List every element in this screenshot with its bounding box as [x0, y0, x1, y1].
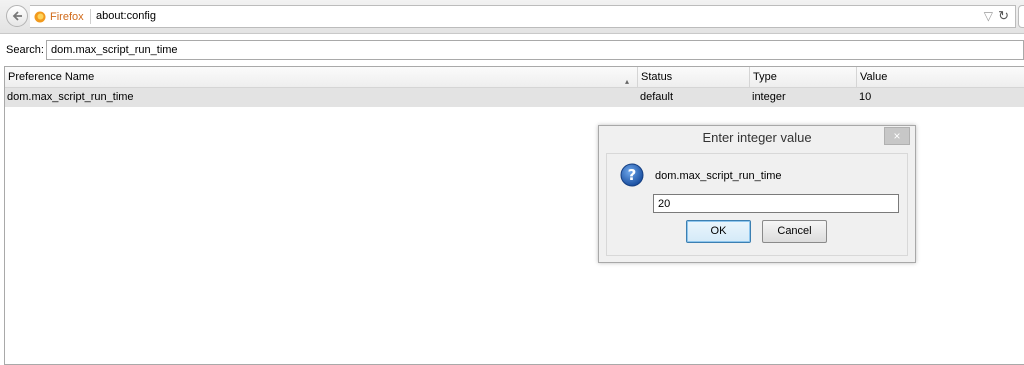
cancel-button[interactable]: Cancel: [762, 220, 827, 243]
site-identity[interactable]: Firefox: [34, 9, 91, 24]
table-row[interactable]: dom.max_script_run_time default integer …: [5, 88, 1024, 107]
back-arrow-icon: [12, 11, 22, 21]
column-header-value[interactable]: Value: [856, 67, 1024, 87]
cell-type: integer: [752, 91, 786, 103]
ok-button[interactable]: OK: [686, 220, 751, 243]
table-header: Preference Name ▴ Status Type Value: [5, 67, 1024, 88]
preference-name-label: dom.max_script_run_time: [655, 170, 782, 182]
dialog-title: Enter integer value: [702, 130, 812, 145]
cell-value: 10: [859, 91, 872, 103]
column-header-status[interactable]: Status: [637, 67, 749, 87]
column-label: Preference Name: [8, 71, 95, 83]
integer-value-input[interactable]: [653, 194, 899, 213]
search-bar-edge[interactable]: [1018, 5, 1024, 28]
enter-integer-dialog: Enter integer value × ? dom.max_script_r…: [598, 125, 916, 263]
column-label: Status: [641, 71, 673, 83]
search-label: Search:: [6, 44, 44, 56]
dialog-body: ? dom.max_script_run_time OK Cancel: [606, 153, 908, 256]
close-button[interactable]: ×: [884, 127, 910, 145]
svg-text:?: ?: [628, 166, 637, 184]
column-label: Type: [753, 71, 777, 83]
url-bar[interactable]: Firefox about:config ▽ ↻: [30, 5, 1016, 28]
cell-preference-name: dom.max_script_run_time: [7, 91, 134, 103]
column-header-preference-name[interactable]: Preference Name ▴: [5, 67, 637, 87]
search-input[interactable]: [46, 40, 1024, 60]
column-label: Value: [860, 71, 888, 83]
cell-status: default: [640, 91, 674, 103]
question-icon: ?: [620, 163, 644, 187]
column-header-type[interactable]: Type: [749, 67, 856, 87]
navigation-toolbar: Firefox about:config ▽ ↻: [0, 0, 1024, 34]
firefox-icon: [34, 11, 46, 22]
back-button[interactable]: [6, 5, 28, 27]
url-text[interactable]: about:config: [96, 10, 156, 22]
star-icon[interactable]: ▽: [984, 9, 993, 23]
close-icon: ×: [893, 129, 901, 143]
identity-label: Firefox: [50, 10, 84, 23]
reload-icon[interactable]: ↻: [998, 8, 1009, 24]
